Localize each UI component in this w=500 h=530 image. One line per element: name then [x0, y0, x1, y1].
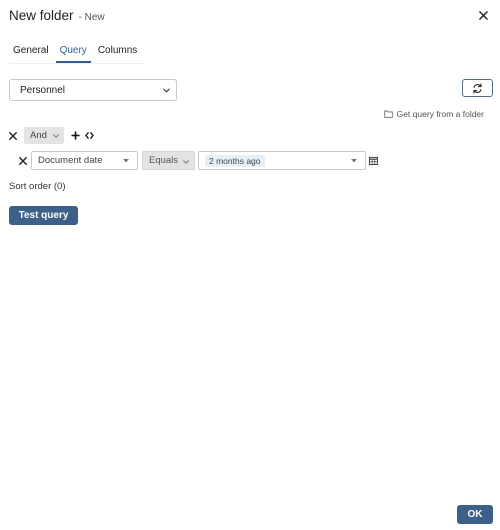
dialog-title: New folder [9, 8, 74, 23]
refresh-button[interactable] [462, 79, 493, 97]
condition-operator-select[interactable]: Equals [142, 151, 195, 170]
sort-order-label[interactable]: Sort order (0) [9, 181, 66, 192]
calendar-icon[interactable] [369, 156, 378, 165]
chevron-down-icon [183, 160, 189, 164]
source-select[interactable]: Personnel [9, 79, 177, 101]
plus-icon[interactable] [71, 131, 80, 140]
condition-value-chip: 2 months ago [205, 155, 265, 167]
group-operator-value: And [30, 130, 47, 141]
caret-down-icon [123, 159, 129, 163]
query-group-row: And [9, 127, 209, 145]
ok-button[interactable]: OK [457, 505, 493, 524]
refresh-icon [473, 83, 482, 93]
dialog-header: New folder - New [9, 8, 105, 24]
source-select-value: Personnel [20, 84, 66, 96]
close-button[interactable] [477, 9, 489, 21]
query-condition-row: Document date Equals 2 months ago [19, 151, 389, 171]
close-icon [478, 10, 488, 20]
condition-field-value: Document date [38, 155, 103, 166]
dialog-subtitle: - New [78, 12, 105, 23]
folder-icon [383, 110, 393, 118]
test-query-button[interactable]: Test query [9, 206, 78, 225]
condition-operator-value: Equals [149, 155, 179, 166]
caret-down-icon [351, 159, 357, 163]
condition-field-select[interactable]: Document date [31, 151, 138, 170]
get-query-from-folder-link[interactable]: Get query from a folder [383, 109, 484, 119]
tab-query[interactable]: Query [55, 42, 91, 63]
tab-general[interactable]: General [9, 42, 53, 63]
tab-bar: General Query Columns [9, 42, 145, 64]
group-operator-select[interactable]: And [24, 127, 64, 144]
code-icon[interactable] [85, 131, 94, 140]
get-query-label: Get query from a folder [396, 109, 484, 119]
new-folder-dialog: New folder - New General Query Columns P… [0, 0, 500, 530]
condition-value-select[interactable]: 2 months ago [198, 151, 366, 170]
tab-columns[interactable]: Columns [94, 42, 141, 63]
chevron-down-icon [53, 134, 59, 138]
remove-group-icon[interactable] [9, 132, 17, 140]
chevron-down-icon [163, 88, 170, 93]
remove-condition-icon[interactable] [19, 157, 27, 165]
